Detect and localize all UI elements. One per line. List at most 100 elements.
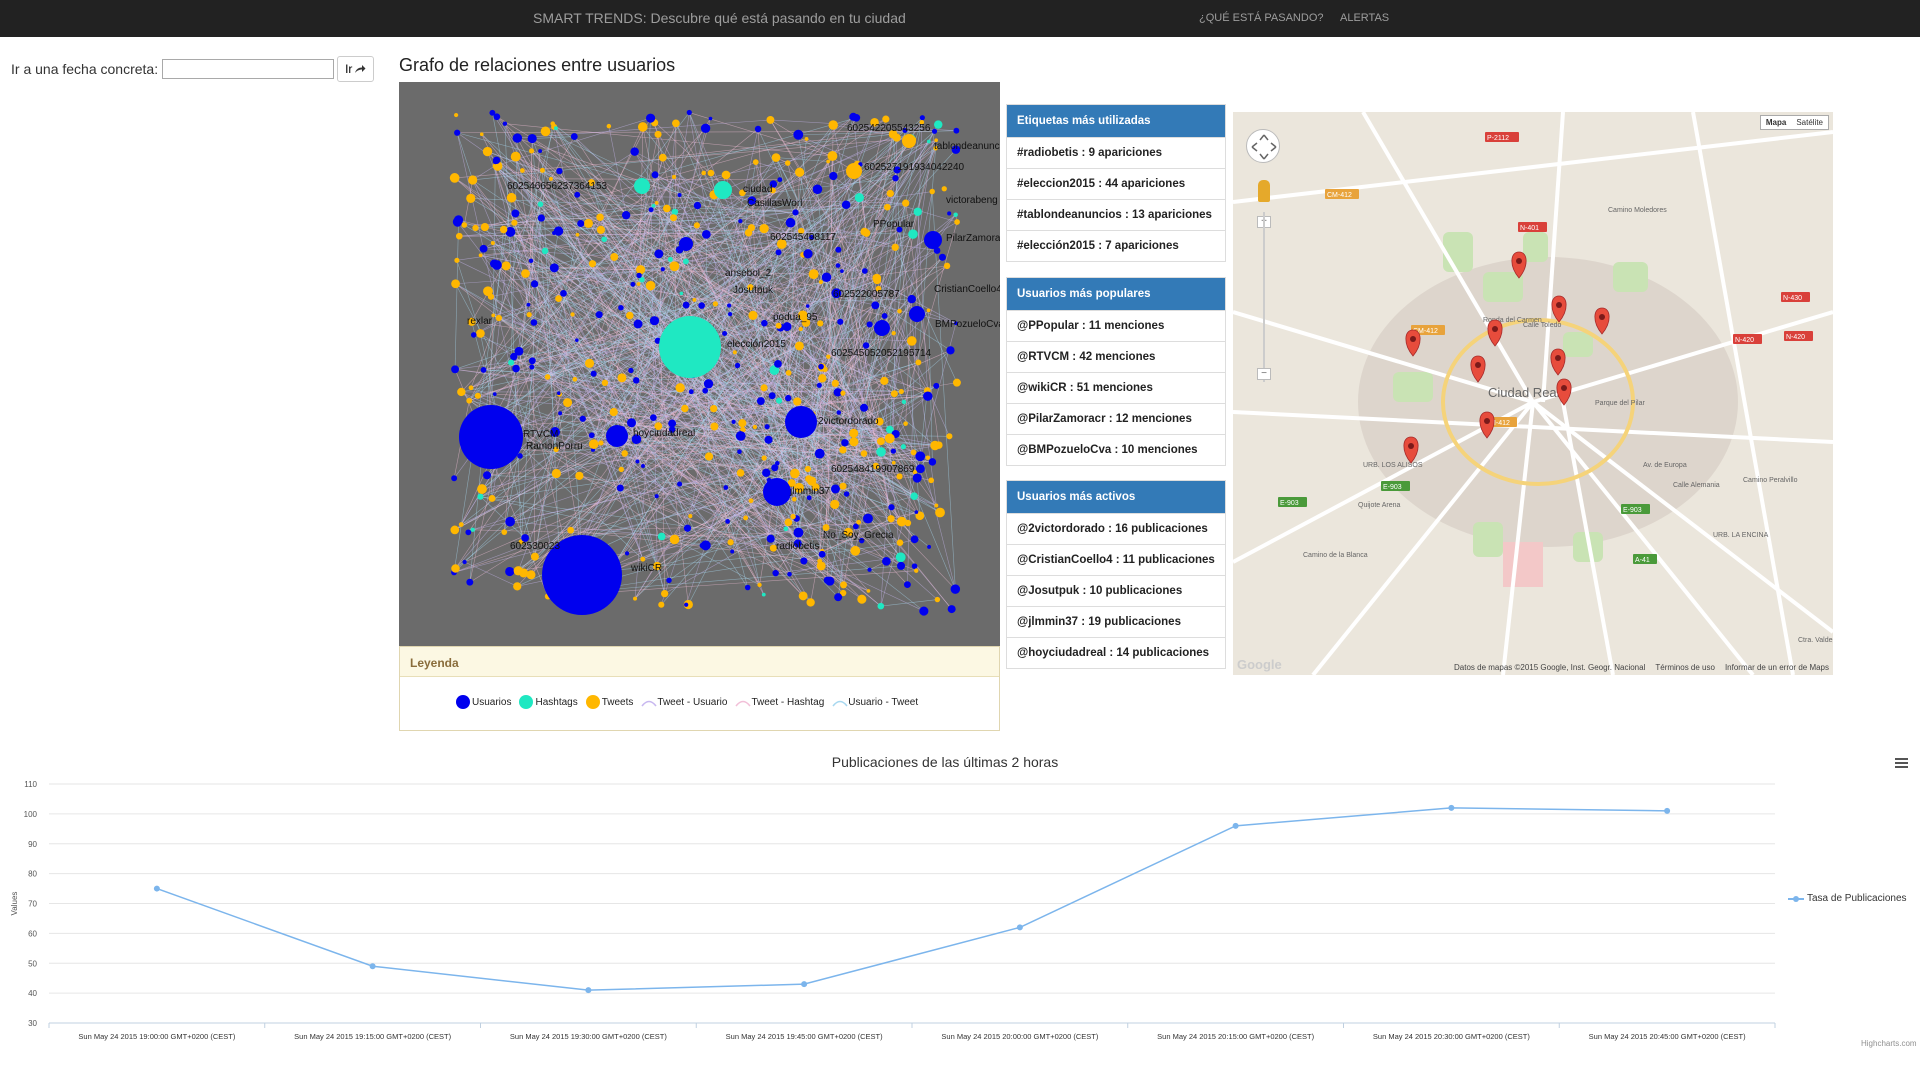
graph-node[interactable] bbox=[617, 373, 627, 383]
graph-node[interactable] bbox=[798, 326, 803, 332]
graph-node[interactable] bbox=[480, 367, 487, 373]
graph-node[interactable] bbox=[636, 282, 641, 286]
graph-node[interactable] bbox=[688, 389, 694, 395]
graph-node[interactable] bbox=[477, 493, 484, 500]
graph-node[interactable] bbox=[645, 280, 656, 291]
graph-node[interactable] bbox=[798, 591, 808, 601]
graph-node[interactable] bbox=[766, 534, 775, 543]
graph-node[interactable] bbox=[551, 468, 561, 479]
graph-node[interactable] bbox=[784, 160, 791, 166]
graph-node[interactable] bbox=[823, 576, 832, 584]
graph-node[interactable] bbox=[730, 549, 735, 554]
graph-node[interactable] bbox=[835, 246, 842, 253]
graph-node[interactable] bbox=[466, 193, 476, 203]
chart-point[interactable] bbox=[1664, 807, 1671, 814]
date-input[interactable] bbox=[162, 59, 335, 79]
graph-node[interactable] bbox=[461, 222, 468, 228]
graph-node[interactable] bbox=[526, 311, 532, 318]
graph-node[interactable] bbox=[488, 494, 496, 502]
graph-node[interactable] bbox=[723, 485, 729, 490]
graph-node[interactable] bbox=[860, 227, 869, 236]
graph-node[interactable] bbox=[596, 225, 606, 234]
graph-node[interactable] bbox=[911, 563, 918, 569]
panel-item[interactable]: @PilarZamoracr : 12 menciones bbox=[1007, 403, 1225, 434]
graph-node[interactable] bbox=[882, 115, 890, 123]
graph-node[interactable] bbox=[588, 260, 597, 268]
panel-item[interactable]: #elección2015 : 7 apariciones bbox=[1007, 230, 1225, 261]
graph-node-large[interactable] bbox=[902, 134, 916, 148]
graph-node[interactable] bbox=[836, 410, 842, 415]
graph-node[interactable] bbox=[821, 272, 832, 283]
graph-node[interactable] bbox=[699, 542, 706, 549]
chart-point[interactable] bbox=[1016, 924, 1023, 931]
zoom-out-button[interactable]: − bbox=[1257, 368, 1271, 380]
graph-node[interactable] bbox=[732, 350, 737, 355]
graph-node[interactable] bbox=[476, 329, 485, 338]
graph-node[interactable] bbox=[787, 571, 792, 577]
graph-node[interactable] bbox=[682, 258, 689, 265]
graph-node[interactable] bbox=[727, 311, 733, 317]
graph-node[interactable] bbox=[511, 209, 520, 218]
graph-node[interactable] bbox=[805, 304, 810, 308]
graph-node[interactable] bbox=[451, 279, 460, 289]
graph-node[interactable] bbox=[451, 475, 458, 482]
graph-node[interactable] bbox=[764, 424, 770, 430]
graph-node[interactable] bbox=[804, 137, 809, 141]
graph-node[interactable] bbox=[572, 376, 578, 382]
graph-node[interactable] bbox=[530, 319, 538, 326]
graph-node[interactable] bbox=[744, 228, 753, 237]
graph-node[interactable] bbox=[482, 146, 493, 157]
graph-node[interactable] bbox=[886, 189, 894, 198]
graph-node[interactable] bbox=[891, 243, 899, 251]
graph-node[interactable] bbox=[567, 526, 575, 534]
graph-node[interactable] bbox=[712, 301, 719, 307]
graph-node[interactable] bbox=[752, 159, 759, 166]
graph-node[interactable] bbox=[633, 319, 643, 329]
graph-node[interactable] bbox=[684, 602, 689, 607]
graph-node[interactable] bbox=[710, 404, 718, 413]
graph-node[interactable] bbox=[754, 125, 762, 133]
graph-node[interactable] bbox=[772, 569, 779, 577]
graph-node[interactable] bbox=[601, 236, 608, 243]
graph-node[interactable] bbox=[701, 170, 706, 176]
graph-node[interactable] bbox=[650, 414, 657, 421]
graph-node[interactable] bbox=[910, 449, 917, 456]
graph-node-large[interactable] bbox=[714, 181, 732, 199]
graph-node[interactable] bbox=[775, 322, 782, 329]
map-terms-link[interactable]: Términos de uso bbox=[1655, 663, 1715, 672]
graph-node[interactable] bbox=[693, 201, 702, 210]
graph-node-large[interactable] bbox=[634, 178, 650, 194]
graph-node[interactable] bbox=[881, 313, 888, 319]
graph-node[interactable] bbox=[818, 550, 826, 558]
graph-node-large[interactable] bbox=[679, 237, 693, 251]
graph-node[interactable] bbox=[897, 308, 902, 314]
graph-node[interactable] bbox=[470, 332, 477, 338]
graph-node[interactable] bbox=[505, 516, 515, 527]
graph-node[interactable] bbox=[480, 222, 489, 232]
chart-point[interactable] bbox=[1448, 804, 1455, 811]
graph-node[interactable] bbox=[850, 545, 861, 556]
graph-node[interactable] bbox=[827, 150, 838, 161]
graph-node[interactable] bbox=[682, 301, 690, 309]
graph-node[interactable] bbox=[495, 314, 502, 322]
graph-node[interactable] bbox=[752, 424, 758, 430]
graph-node[interactable] bbox=[451, 564, 460, 573]
graph-node[interactable] bbox=[621, 210, 631, 220]
graph-node[interactable] bbox=[812, 184, 823, 195]
graph-node[interactable] bbox=[499, 225, 508, 234]
graph-node[interactable] bbox=[672, 119, 680, 128]
graph-node[interactable] bbox=[658, 601, 665, 608]
graph-node[interactable] bbox=[935, 507, 945, 518]
graph-node[interactable] bbox=[800, 557, 808, 565]
graph-node[interactable] bbox=[570, 312, 575, 317]
panel-item[interactable]: @2victordorado : 16 publicaciones bbox=[1007, 513, 1225, 544]
graph-node[interactable] bbox=[777, 177, 783, 183]
graph-node-large[interactable] bbox=[606, 425, 628, 447]
graph-node[interactable] bbox=[839, 446, 847, 454]
graph-node[interactable] bbox=[654, 130, 662, 138]
graph-node[interactable] bbox=[898, 388, 904, 395]
graph-node[interactable] bbox=[609, 408, 618, 417]
graph-node[interactable] bbox=[892, 133, 901, 142]
graph-node[interactable] bbox=[857, 594, 867, 604]
graph-node[interactable] bbox=[552, 231, 556, 235]
